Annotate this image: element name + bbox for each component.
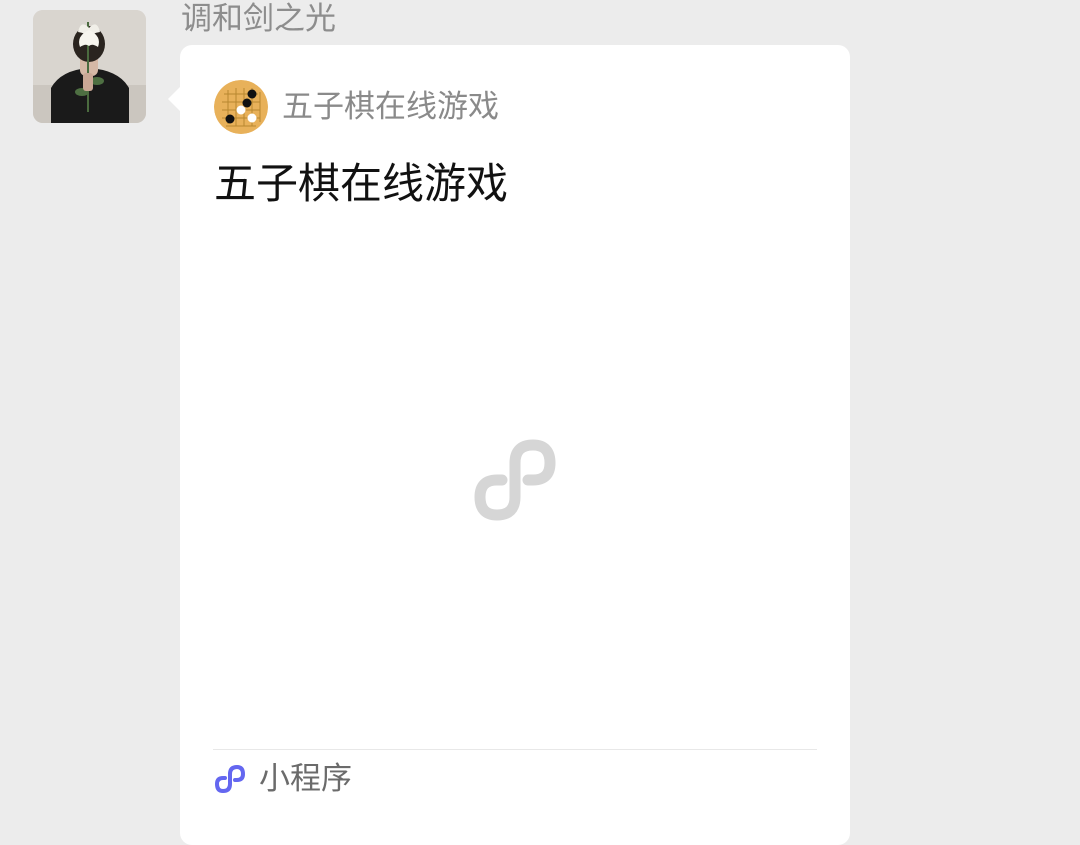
mini-program-loading-icon: [470, 435, 560, 525]
card-divider: [213, 749, 817, 750]
mini-program-name: 五子棋在线游戏: [282, 89, 499, 125]
sender-avatar[interactable]: [33, 10, 146, 123]
sender-name: 调和剑之光: [181, 1, 336, 37]
mini-program-card[interactable]: 五子棋在线游戏 五子棋在线游戏 小程序: [168, 45, 850, 845]
mini-program-source: 五子棋在线游戏: [214, 80, 499, 134]
mini-program-icon: [213, 762, 247, 796]
portrait-image: [33, 10, 146, 123]
bubble-tail: [168, 87, 180, 111]
mini-program-title: 五子棋在线游戏: [214, 159, 509, 208]
mini-program-label: 小程序: [259, 761, 352, 797]
mini-program-footer: 小程序: [213, 759, 352, 799]
gomoku-board-icon: [214, 80, 268, 134]
